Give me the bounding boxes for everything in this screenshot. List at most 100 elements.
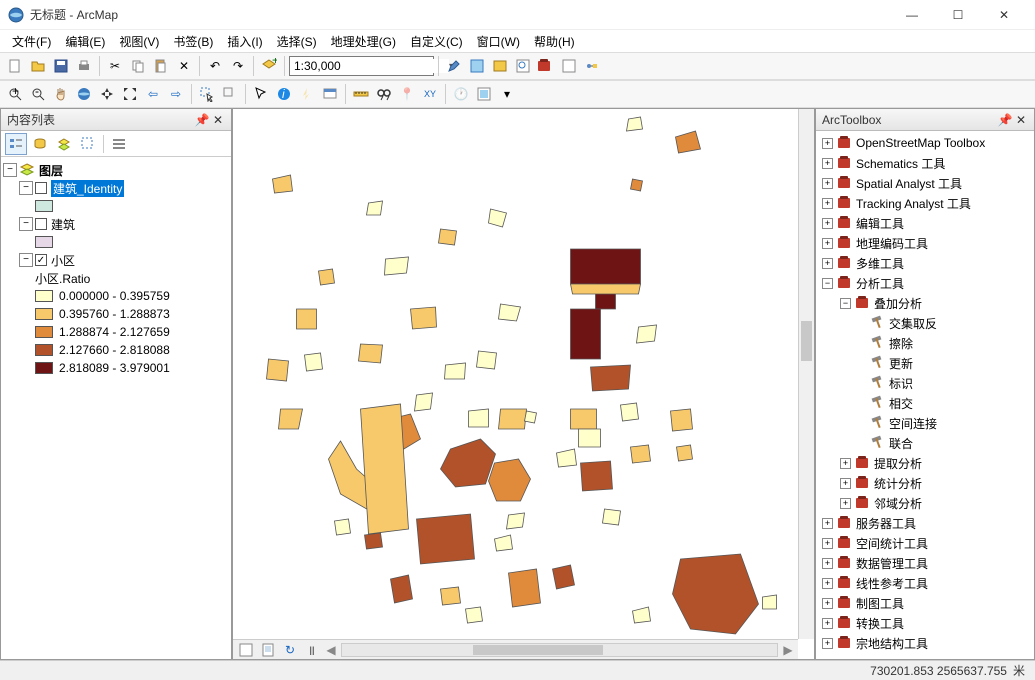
toolbox-item[interactable]: +地理编码工具 — [818, 233, 1032, 253]
zoom-out-button[interactable]: - — [27, 83, 49, 105]
goto-xy-button[interactable]: XY — [419, 83, 441, 105]
expand-toggle[interactable]: + — [822, 538, 833, 549]
minimize-button[interactable]: ― — [889, 0, 935, 30]
refresh-button[interactable]: ↻ — [281, 642, 299, 658]
toc-button[interactable] — [466, 55, 488, 77]
undo-button[interactable]: ↶ — [204, 55, 226, 77]
layer-name[interactable]: 建筑 — [51, 216, 75, 233]
expand-toggle[interactable]: + — [822, 138, 833, 149]
expand-toggle[interactable]: + — [840, 458, 851, 469]
select-features-button[interactable] — [196, 83, 218, 105]
map-view[interactable]: ↻ || ◀ ▶ — [232, 108, 815, 660]
tool-item[interactable]: 相交 — [818, 393, 1032, 413]
menu-item[interactable]: 地理处理(G) — [325, 31, 402, 52]
arctoolbox-button[interactable] — [535, 55, 557, 77]
expand-toggle[interactable]: + — [822, 598, 833, 609]
toolbox-item[interactable]: +OpenStreetMap Toolbox — [818, 133, 1032, 153]
symbol-swatch[interactable] — [35, 290, 53, 302]
editor-toolbar-button[interactable] — [443, 55, 465, 77]
data-view-button[interactable] — [237, 642, 255, 658]
expand-toggle[interactable]: + — [822, 618, 833, 629]
tool-item[interactable]: 联合 — [818, 433, 1032, 453]
symbol-swatch[interactable] — [35, 344, 53, 356]
expand-toggle[interactable]: + — [840, 498, 851, 509]
expand-toggle[interactable]: − — [3, 163, 17, 177]
layer-checkbox[interactable] — [35, 218, 47, 230]
clear-selection-button[interactable] — [219, 83, 241, 105]
toolbox-item[interactable]: +宗地结构工具 — [818, 633, 1032, 653]
paste-button[interactable] — [150, 55, 172, 77]
tool-item[interactable]: 交集取反 — [818, 313, 1032, 333]
tool-item[interactable]: 空间连接 — [818, 413, 1032, 433]
html-popup-button[interactable] — [319, 83, 341, 105]
menu-item[interactable]: 视图(V) — [113, 31, 165, 52]
toolbox-item[interactable]: +提取分析 — [818, 453, 1032, 473]
layer-checkbox[interactable] — [35, 182, 47, 194]
time-slider-button[interactable]: 🕐 — [450, 83, 472, 105]
close-button[interactable]: ✕ — [981, 0, 1027, 30]
expand-toggle[interactable]: − — [840, 298, 851, 309]
open-button[interactable] — [27, 55, 49, 77]
toolbox-item[interactable]: +数据管理工具 — [818, 553, 1032, 573]
expand-toggle[interactable]: + — [822, 198, 833, 209]
expand-toggle[interactable]: + — [822, 178, 833, 189]
layers-root[interactable]: 图层 — [39, 162, 63, 179]
symbol-swatch[interactable] — [35, 308, 53, 320]
expand-toggle[interactable]: − — [19, 217, 33, 231]
zoom-in-button[interactable]: + — [4, 83, 26, 105]
toolbox-item[interactable]: +邻域分析 — [818, 493, 1032, 513]
create-viewer-button[interactable] — [473, 83, 495, 105]
options-button[interactable] — [108, 133, 130, 155]
expand-toggle[interactable]: + — [822, 638, 833, 649]
toolbox-item[interactable]: +服务器工具 — [818, 513, 1032, 533]
pin-icon[interactable]: 📌 — [195, 113, 209, 127]
scale-combo[interactable]: ▾ — [289, 56, 434, 76]
list-by-source-tab[interactable] — [29, 133, 51, 155]
menu-item[interactable]: 文件(F) — [6, 31, 57, 52]
layer-name[interactable]: 小区 — [51, 252, 75, 269]
menu-item[interactable]: 编辑(E) — [59, 31, 111, 52]
menu-item[interactable]: 窗口(W) — [471, 31, 526, 52]
menu-item[interactable]: 书签(B) — [167, 31, 219, 52]
print-button[interactable] — [73, 55, 95, 77]
toolbox-item[interactable]: +Schematics 工具 — [818, 153, 1032, 173]
expand-toggle[interactable]: + — [822, 518, 833, 529]
pan-button[interactable] — [50, 83, 72, 105]
toolbox-item[interactable]: +制图工具 — [818, 593, 1032, 613]
scroll-left-button[interactable]: ◀ — [325, 643, 337, 657]
full-extent-button[interactable] — [73, 83, 95, 105]
list-by-selection-tab[interactable] — [77, 133, 99, 155]
catalog-button[interactable] — [489, 55, 511, 77]
toolbox-item[interactable]: +空间统计工具 — [818, 533, 1032, 553]
expand-toggle[interactable]: − — [19, 181, 33, 195]
measure-button[interactable] — [350, 83, 372, 105]
expand-toggle[interactable]: + — [840, 478, 851, 489]
toolbox-item[interactable]: +Tracking Analyst 工具 — [818, 193, 1032, 213]
identify-button[interactable]: i — [273, 83, 295, 105]
expand-toggle[interactable]: + — [822, 238, 833, 249]
pause-button[interactable]: || — [303, 642, 321, 658]
tool-item[interactable]: 标识 — [818, 373, 1032, 393]
python-button[interactable] — [558, 55, 580, 77]
toolbox-item[interactable]: −分析工具 — [818, 273, 1032, 293]
toolbox-item[interactable]: +Spatial Analyst 工具 — [818, 173, 1032, 193]
scale-input[interactable] — [294, 59, 449, 73]
toolbox-item[interactable]: +编辑工具 — [818, 213, 1032, 233]
menu-item[interactable]: 自定义(C) — [404, 31, 469, 52]
symbol-swatch[interactable] — [35, 326, 53, 338]
menu-item[interactable]: 选择(S) — [271, 31, 323, 52]
expand-toggle[interactable]: + — [822, 158, 833, 169]
symbol-swatch[interactable] — [35, 362, 53, 374]
back-button[interactable]: ⇦ — [142, 83, 164, 105]
toolbox-item[interactable]: +转换工具 — [818, 613, 1032, 633]
maximize-button[interactable]: ☐ — [935, 0, 981, 30]
find-route-button[interactable]: 📍 — [396, 83, 418, 105]
expand-toggle[interactable]: − — [822, 278, 833, 289]
copy-button[interactable] — [127, 55, 149, 77]
expand-toggle[interactable]: + — [822, 578, 833, 589]
cut-button[interactable]: ✂ — [104, 55, 126, 77]
new-button[interactable] — [4, 55, 26, 77]
horizontal-scrollbar[interactable] — [341, 643, 778, 657]
layout-view-button[interactable] — [259, 642, 277, 658]
layer-name[interactable]: 建筑_Identity — [51, 180, 124, 197]
